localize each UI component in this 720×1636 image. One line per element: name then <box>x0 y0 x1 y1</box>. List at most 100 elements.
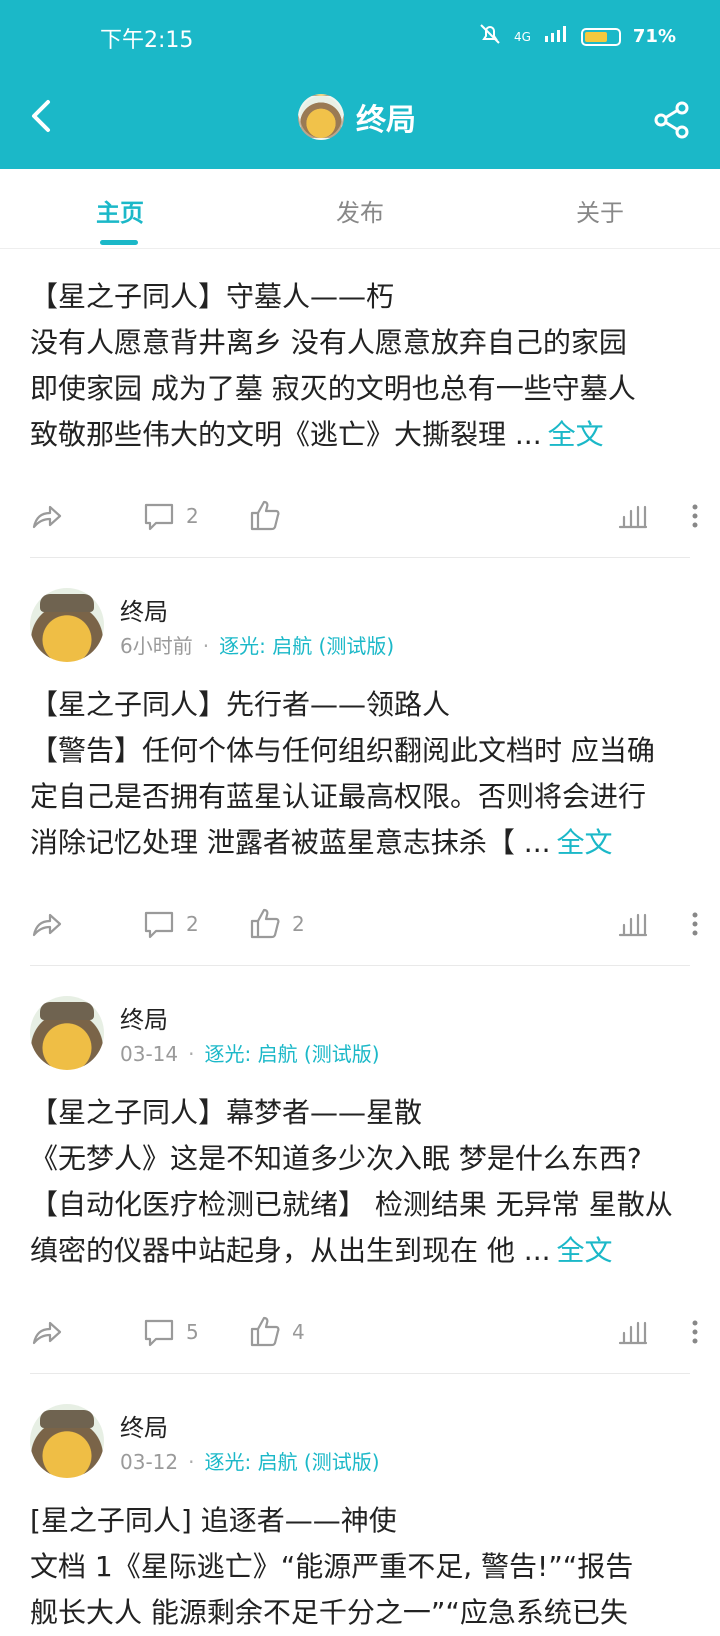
post-line: 致敬那些伟大的文明《逃亡》大撕裂理 ... 全文 <box>30 412 690 458</box>
stats-button[interactable] <box>616 1312 650 1352</box>
bar-chart-icon <box>618 913 648 937</box>
share-button[interactable] <box>652 100 692 140</box>
battery-icon <box>580 27 621 46</box>
post-body[interactable]: 【星之子同人】先行者——领路人 【警告】任何个体与任何组织翻阅此文档时 应当确 … <box>30 682 690 866</box>
tab-about[interactable]: 关于 <box>530 193 670 228</box>
comment-button[interactable]: 2 <box>142 904 199 944</box>
status-bar: 下午2:15 4G 71% <box>0 0 720 72</box>
status-time: 下午2:15 <box>100 28 194 53</box>
bar-chart-icon <box>618 1321 648 1345</box>
post-body[interactable]: 【星之子同人】守墓人——朽 没有人愿意背井离乡 没有人愿意放弃自己的家园 即使家… <box>30 274 690 458</box>
thumbs-up-icon <box>250 908 280 939</box>
avatar[interactable] <box>30 588 104 662</box>
comment-button[interactable]: 2 <box>142 496 199 536</box>
author-name[interactable]: 终局 <box>120 592 168 627</box>
profile-title: 终局 <box>298 94 416 140</box>
comment-count: 5 <box>186 1320 199 1344</box>
mute-bell-icon <box>478 22 502 51</box>
post-line-text: 消除记忆处理 泄露者被蓝星意志抹杀【 ... <box>30 826 551 859</box>
author-name[interactable]: 终局 <box>120 1000 168 1035</box>
post-line: 缜密的仪器中站起身，从出生到现在 他 ... 全文 <box>30 1228 690 1274</box>
comment-icon <box>144 911 174 939</box>
post-body[interactable]: [星之子同人] 追逐者——神使 文档 1《星际逃亡》“能源严重不足, 警告!”“… <box>30 1498 690 1636</box>
comment-button[interactable]: 5 <box>142 1312 199 1352</box>
post-line: 【星之子同人】守墓人——朽 <box>30 280 395 313</box>
author-name[interactable]: 终局 <box>120 1408 168 1443</box>
post-card[interactable]: 终局 6小时前 · 逐光: 启航 (测试版) 【星之子同人】先行者——领路人 【警告… <box>0 558 720 966</box>
post-meta: 03-14 · 逐光: 启航 (测试版) <box>120 1038 380 1067</box>
repost-button[interactable] <box>30 1312 64 1352</box>
tab-publish[interactable]: 发布 <box>290 193 430 228</box>
bar-chart-icon <box>618 505 648 529</box>
post-line: 文档 1《星际逃亡》“能源严重不足, 警告!”“报告 <box>30 1550 634 1583</box>
post-line: 舰长大人 能源剩余不足千分之一”“应急系统已失 <box>30 1596 628 1629</box>
post-line: 定自己是否拥有蓝星认证最高权限。否则将会进行 <box>30 780 647 813</box>
repost-button[interactable] <box>30 496 64 536</box>
tab-home[interactable]: 主页 <box>50 193 190 228</box>
post-body[interactable]: 【星之子同人】幕梦者——星散 《无梦人》这是不知道多少次入眠 梦是什么东西? 【… <box>30 1090 690 1274</box>
source-app-link[interactable]: 逐光: 启航 (测试版) <box>204 1450 379 1474</box>
more-vertical-icon <box>692 912 698 936</box>
source-app-link[interactable]: 逐光: 启航 (测试版) <box>219 634 394 658</box>
comment-icon <box>144 503 174 531</box>
post-time: 6小时前 <box>120 634 193 658</box>
back-button[interactable] <box>24 94 64 144</box>
like-button[interactable] <box>248 496 292 536</box>
comment-count: 2 <box>186 912 199 936</box>
forward-icon <box>32 913 62 937</box>
comment-count: 2 <box>186 504 199 528</box>
post-feed: 【星之子同人】守墓人——朽 没有人愿意背井离乡 没有人愿意放弃自己的家园 即使家… <box>0 250 720 1636</box>
stats-button[interactable] <box>616 496 650 536</box>
post-actions: 2 <box>30 476 698 558</box>
post-card[interactable]: 终局 03-14 · 逐光: 启航 (测试版) 【星之子同人】幕梦者——星散 《无梦… <box>0 966 720 1374</box>
thumbs-up-icon <box>250 1316 280 1347</box>
post-card[interactable]: 【星之子同人】守墓人——朽 没有人愿意背井离乡 没有人愿意放弃自己的家园 即使家… <box>0 274 720 558</box>
post-line: 没有人愿意背井离乡 没有人愿意放弃自己的家园 <box>30 326 627 359</box>
comment-icon <box>144 1319 174 1347</box>
more-vertical-icon <box>692 1320 698 1344</box>
like-count: 2 <box>292 912 305 936</box>
post-line: 【自动化医疗检测已就绪】 检测结果 无异常 星散从 <box>30 1188 673 1221</box>
thumbs-up-icon <box>250 500 280 531</box>
separator-dot: · <box>188 1450 195 1474</box>
post-actions: 2 2 <box>30 884 698 966</box>
post-line: 即使家园 成为了墓 寂灭的文明也总有一些守墓人 <box>30 372 636 405</box>
stats-button[interactable] <box>616 904 650 944</box>
read-more-link[interactable]: 全文 <box>557 1234 613 1267</box>
battery-percent: 71% <box>632 26 676 47</box>
more-options-button[interactable] <box>678 496 712 536</box>
more-options-button[interactable] <box>678 904 712 944</box>
like-count: 4 <box>292 1320 305 1344</box>
post-line: 【警告】任何个体与任何组织翻阅此文档时 应当确 <box>30 734 655 767</box>
post-line-text: 缜密的仪器中站起身，从出生到现在 他 ... <box>30 1234 551 1267</box>
read-more-link[interactable]: 全文 <box>548 418 604 451</box>
post-header: 终局 03-14 · 逐光: 启航 (测试版) <box>30 966 690 1076</box>
nav-row: 终局 <box>0 72 720 169</box>
post-header: 终局 03-12 · 逐光: 启航 (测试版) <box>30 1374 690 1484</box>
more-options-button[interactable] <box>678 1312 712 1352</box>
post-meta: 03-12 · 逐光: 启航 (测试版) <box>120 1446 380 1475</box>
source-app-link[interactable]: 逐光: 启航 (测试版) <box>204 1042 379 1066</box>
avatar <box>298 94 344 140</box>
like-button[interactable]: 4 <box>248 1312 305 1352</box>
avatar[interactable] <box>30 996 104 1070</box>
post-line: 【星之子同人】幕梦者——星散 <box>30 1096 423 1129</box>
post-time: 03-12 <box>120 1450 179 1474</box>
post-meta: 6小时前 · 逐光: 启航 (测试版) <box>120 630 394 659</box>
avatar[interactable] <box>30 1404 104 1478</box>
read-more-link[interactable]: 全文 <box>557 826 613 859</box>
post-line: [星之子同人] 追逐者——神使 <box>30 1504 397 1537</box>
tab-bar: 主页 发布 关于 <box>0 169 720 249</box>
post-line-text: 致敬那些伟大的文明《逃亡》大撕裂理 ... <box>30 418 542 451</box>
post-actions: 5 4 <box>30 1292 698 1374</box>
like-button[interactable]: 2 <box>248 904 305 944</box>
active-tab-indicator <box>100 240 138 245</box>
repost-button[interactable] <box>30 904 64 944</box>
signal-icon <box>543 24 569 49</box>
separator-dot: · <box>188 1042 195 1066</box>
post-header: 终局 6小时前 · 逐光: 启航 (测试版) <box>30 558 690 668</box>
post-card[interactable]: 终局 03-12 · 逐光: 启航 (测试版) [星之子同人] 追逐者——神使 文档… <box>0 1374 720 1636</box>
top-app-bar: 下午2:15 4G 71% 终局 <box>0 0 720 169</box>
forward-icon <box>32 1321 62 1345</box>
post-line: 《无梦人》这是不知道多少次入眠 梦是什么东西? <box>30 1142 642 1175</box>
